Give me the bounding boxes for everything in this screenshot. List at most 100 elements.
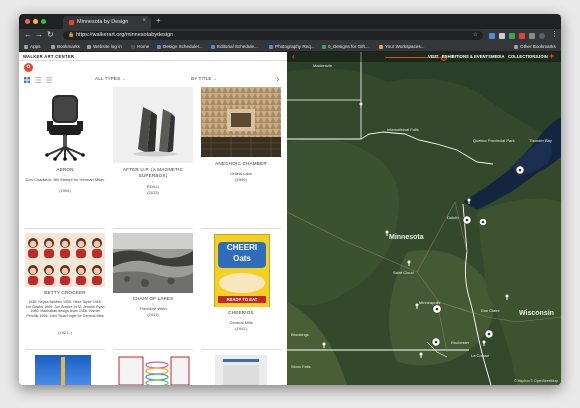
tab-title: Minnesota by Design	[77, 19, 129, 25]
aeron-chair-image	[25, 87, 105, 163]
bookmark-star-icon[interactable]: ☆	[473, 31, 478, 38]
page-icon	[87, 44, 91, 49]
bookmark-bookmarks[interactable]: Bookmarks	[51, 44, 80, 49]
object-year: (1994)	[59, 188, 71, 193]
extension-icon[interactable]	[519, 33, 525, 39]
minimize-window-button[interactable]	[33, 19, 38, 24]
object-year: (1921–)	[58, 330, 72, 335]
bookmark-design-scheduler[interactable]: Design Scheduler...	[157, 44, 203, 49]
home-favicon-icon	[131, 44, 135, 49]
object-card-aeron[interactable]: AERON • Don Chadwick, Bill Stumpf for He…	[25, 87, 105, 207]
object-year: (2013)	[147, 190, 159, 195]
close-window-button[interactable]	[25, 19, 30, 24]
cheerios-box-image: CHEERI Oats READY TO EAT	[201, 233, 281, 307]
map-label-sioux-falls: Sioux Falls	[291, 364, 311, 369]
divider	[19, 60, 287, 61]
address-bar[interactable]: 🔒 https://walkerart.org/minnesotabydesig…	[63, 31, 483, 40]
apps-grid-icon	[24, 44, 28, 49]
nav-join[interactable]: JOIN	[538, 54, 548, 59]
type-filter-dropdown[interactable]: ALL TYPES ⌄	[95, 77, 126, 82]
object-maker: Theodore Wirth	[139, 306, 167, 311]
bookmark-photography-req[interactable]: Photography Req...	[269, 44, 315, 49]
object-image	[35, 355, 91, 385]
doc-icon	[211, 44, 215, 49]
object-maker: Orfield Labs	[230, 171, 252, 176]
object-card-after-up[interactable]: AFTER U.P. (A MAGNETIC SUPERBOX) • RO/LU…	[113, 87, 193, 207]
bookmark-home[interactable]: Home	[131, 44, 149, 49]
bookmark-apps[interactable]: Apps	[24, 44, 40, 49]
map-label-saint-cloud: Saint Cloud	[393, 270, 414, 275]
objects-panel: WALKER ART CENTER ✿ ALL TYPES ⌄ BY TITLE…	[19, 52, 287, 385]
doc-icon	[269, 44, 273, 49]
collapse-panel-chevron-icon[interactable]: ›	[276, 74, 279, 85]
url-text: https://walkerart.org/minnesotabydesign	[76, 32, 174, 38]
forward-arrow-icon[interactable]: →	[35, 30, 43, 39]
maximize-window-button[interactable]	[41, 19, 46, 24]
satellite-map[interactable]	[287, 52, 561, 385]
map-top-nav: ‹ VISIT EXHIBITIONS & EVENTS MEDIA COLLE…	[287, 52, 561, 62]
extension-icon[interactable]	[509, 33, 515, 39]
anechoic-chamber-image	[201, 87, 281, 157]
object-year: (1990)	[235, 177, 247, 182]
extension-icon[interactable]	[499, 33, 505, 39]
card-divider	[113, 349, 193, 350]
new-tab-button[interactable]: +	[156, 16, 161, 25]
map-label-minneapolis: Minneapolis	[419, 300, 441, 305]
walker-logo-icon[interactable]: ✿	[24, 63, 33, 72]
add-plus-icon[interactable]: +	[549, 52, 554, 61]
back-chevron-icon[interactable]: ‹	[292, 52, 295, 61]
map-attribution[interactable]: © Mapbox © OpenStreetMap	[514, 379, 558, 383]
profile-avatar[interactable]	[539, 33, 545, 39]
grid-view-icon[interactable]	[24, 77, 30, 83]
map-label-quetico: Quetico Provincial Park	[473, 138, 515, 143]
chain-of-lakes-image	[113, 233, 193, 293]
bookmark-designs-for-gift[interactable]: 0_Designs for Gift...	[322, 44, 369, 49]
nav-exhibitions-events[interactable]: EXHIBITIONS & EVENTS	[442, 54, 491, 59]
page-content: WALKER ART CENTER ✿ ALL TYPES ⌄ BY TITLE…	[19, 52, 561, 385]
object-maker: RO/LU	[146, 184, 160, 189]
map-label-rochester: Rochester	[451, 340, 470, 345]
map-label-brookings: Brookings	[291, 332, 309, 337]
cheerios-slogan-text: READY TO EAT	[218, 296, 266, 303]
object-card-cheerios[interactable]: CHEERI Oats READY TO EAT CHEERIOS • Gene…	[201, 233, 281, 343]
object-card-anechoic-chamber[interactable]: ANECHOIC CHAMBER • Orfield Labs (1990)	[201, 87, 281, 207]
bookmark-your-workspaces[interactable]: Your Workspaces...	[379, 44, 425, 49]
star-icon	[51, 44, 55, 49]
extension-icon[interactable]	[529, 33, 535, 39]
close-tab-icon[interactable]: ×	[142, 18, 146, 24]
object-image	[215, 355, 267, 385]
list-view-icon[interactable]	[35, 77, 41, 83]
card-divider	[201, 349, 281, 350]
doc-icon	[157, 44, 161, 49]
object-card-row3-3[interactable]	[215, 355, 287, 385]
cheerios-brand-text: CHEERI	[226, 243, 258, 252]
drive-icon	[322, 44, 326, 49]
compact-view-icon[interactable]	[46, 77, 52, 83]
extension-icon[interactable]	[489, 33, 495, 39]
card-divider	[25, 349, 105, 350]
back-arrow-icon[interactable]: ←	[24, 30, 32, 39]
object-year: (1911)	[147, 312, 159, 317]
map-panel[interactable]: ‹ VISIT EXHIBITIONS & EVENTS MEDIA COLLE…	[287, 52, 561, 385]
site-brand[interactable]: WALKER ART CENTER	[23, 54, 74, 59]
bookmark-editorial-schedule[interactable]: Editorial Schedule...	[211, 44, 258, 49]
bookmark-website-login[interactable]: Website log in	[87, 44, 122, 49]
browser-tab[interactable]: Minnesota by Design ×	[63, 16, 151, 29]
other-bookmarks[interactable]: Other Bookmarks	[514, 44, 556, 49]
nav-media[interactable]: MEDIA	[491, 54, 505, 59]
card-divider	[113, 228, 193, 229]
map-label-eau-claire: Eau Claire	[481, 308, 500, 313]
object-year: (1941)	[235, 326, 247, 331]
nav-collections[interactable]: COLLECTIONS	[508, 54, 538, 59]
object-card-betty-crocker[interactable]: BETTY CROCKER • 1936: Neysa McMein 1955:…	[25, 233, 105, 343]
map-label-la-crosse: La Crosse	[471, 353, 490, 358]
menu-kebab-icon[interactable]: ⋮	[551, 30, 558, 38]
object-maker: Don Chadwick, Bill Stumpf for Herman Mil…	[25, 177, 105, 182]
nav-visit[interactable]: VISIT	[428, 54, 438, 59]
object-card-row3-1[interactable]	[35, 355, 115, 385]
object-card-row3-2[interactable]	[117, 355, 197, 385]
sort-dropdown[interactable]: BY TITLE ⌄	[191, 77, 217, 82]
reload-icon[interactable]: ↻	[47, 30, 54, 39]
object-card-chain-of-lakes[interactable]: CHAIN OF LAKES • Theodore Wirth (1911)	[113, 233, 193, 343]
cheerios-brand-text-2: Oats	[233, 254, 251, 263]
